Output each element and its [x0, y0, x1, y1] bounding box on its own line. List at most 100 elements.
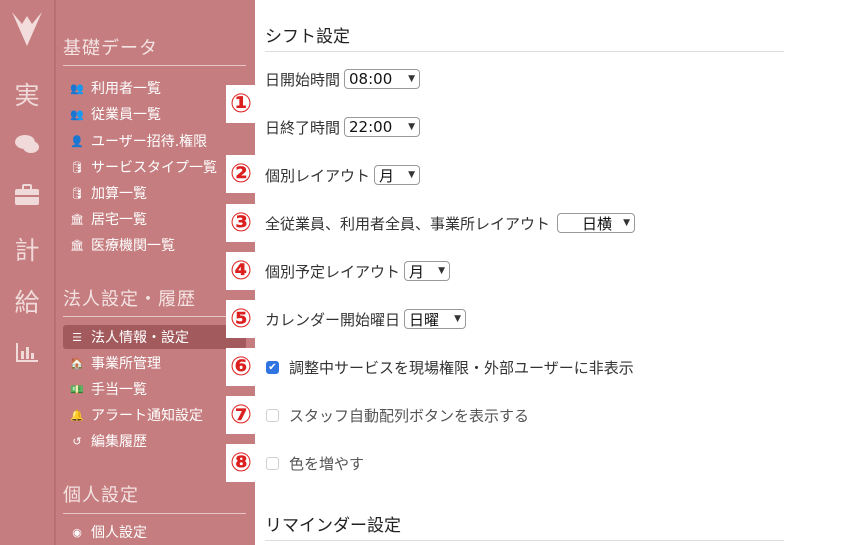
sidebar-item-user-invite[interactable]: 👤 ユーザー招待.権限	[63, 129, 246, 153]
history-icon: ↺	[72, 434, 82, 448]
hide-pending-row: ✔ 調整中サービスを現場権限・外部ユーザーに非表示	[265, 355, 634, 379]
sidebar-item-label: 編集履歴	[91, 434, 147, 450]
all-layout-label: 全従業員、利用者全員、事業所レイアウト	[265, 214, 551, 233]
callout-6: ⑥	[226, 348, 256, 386]
home-icon: 🏠	[70, 356, 84, 370]
individual-layout-select[interactable]: 月 ▼	[374, 165, 421, 185]
callout-1: ①	[226, 85, 256, 123]
section-title-basic-data: 基礎データ	[63, 38, 158, 59]
chevron-down-icon: ▼	[454, 314, 462, 324]
chevron-down-icon: ▼	[408, 74, 416, 84]
sidebar-item-service-types[interactable]: 🛢 サービスタイプ一覧	[63, 155, 246, 179]
user-plus-icon: 👤	[70, 134, 84, 148]
more-colors-row: 色を増やす	[265, 451, 364, 475]
callout-8: ⑧	[226, 444, 256, 482]
icon-rail: 実 計 給	[0, 0, 54, 545]
sidebar-item-corporate-info[interactable]: ☰ 法人情報・設定	[63, 325, 246, 349]
individual-layout-row: 個別レイアウト 月 ▼	[265, 163, 421, 187]
building-icon: 🏛	[70, 212, 84, 226]
divider	[63, 513, 246, 514]
callout-5: ⑤	[226, 300, 256, 338]
database-icon: 🛢	[70, 160, 84, 174]
day-end-row: 日終了時間 22:00 ▼	[265, 115, 421, 139]
sidebar-item-alert-settings[interactable]: 🔔 アラート通知設定	[63, 403, 246, 427]
sidebar-item-residences[interactable]: 🏛 居宅一覧	[63, 207, 246, 231]
callout-3: ③	[226, 204, 256, 242]
day-start-select[interactable]: 08:00 ▼	[344, 69, 421, 89]
sidebar-item-additions[interactable]: 🛢 加算一覧	[63, 181, 246, 205]
sidebar-item-label: サービスタイプ一覧	[91, 160, 217, 176]
individual-plan-layout-label: 個別予定レイアウト	[265, 262, 401, 281]
users-icon: 👥	[70, 107, 84, 121]
sidebar-item-label: 手当一覧	[91, 382, 147, 398]
sidebar-item-clients[interactable]: 👥 利用者一覧	[63, 76, 246, 100]
show-auto-assign-label: スタッフ自動配列ボタンを表示する	[289, 406, 530, 425]
select-value: 22:00	[349, 118, 393, 136]
user-circle-icon: ◉	[72, 525, 82, 539]
section-title-personal: 個人設定	[63, 485, 139, 506]
individual-layout-label: 個別レイアウト	[265, 166, 371, 185]
sidebar-item-personal-settings[interactable]: ◉ 個人設定	[63, 520, 246, 544]
divider	[63, 316, 246, 317]
sidebar-item-office-management[interactable]: 🏠 事業所管理	[63, 351, 246, 375]
building-icon: 🏛	[70, 238, 84, 252]
settings-panel: シフト設定 日開始時間 08:00 ▼ 日終了時間 22:00 ▼ 個別レイアウト …	[256, 0, 851, 545]
callout-2: ②	[226, 155, 256, 193]
select-value: 月	[379, 166, 395, 185]
briefcase-icon[interactable]	[0, 183, 54, 213]
day-end-select[interactable]: 22:00 ▼	[344, 117, 421, 137]
individual-plan-layout-select[interactable]: 月 ▼	[404, 261, 451, 281]
divider	[63, 65, 246, 66]
hide-pending-checkbox[interactable]: ✔	[266, 360, 279, 374]
sidebar-item-label: ユーザー招待.権限	[91, 134, 208, 150]
select-value: 月	[409, 262, 425, 281]
calendar-start-select[interactable]: 日曜 ▼	[404, 309, 467, 329]
day-end-label: 日終了時間	[265, 118, 341, 137]
sidebar-item-label: アラート通知設定	[91, 408, 203, 424]
callout-column: ① ② ③ ④ ⑤ ⑥ ⑦ ⑧	[226, 0, 256, 545]
select-value: 日曜	[409, 310, 440, 329]
sidebar-item-label: 加算一覧	[91, 186, 147, 202]
sidebar-item-label: 従業員一覧	[91, 107, 161, 123]
divider	[265, 51, 784, 52]
chevron-down-icon: ▼	[408, 170, 416, 180]
sidebar-item-employees[interactable]: 👥 従業員一覧	[63, 102, 246, 126]
more-colors-label: 色を増やす	[289, 454, 365, 473]
money-icon: 💵	[70, 382, 84, 396]
rail-plan-icon[interactable]: 計	[0, 236, 54, 266]
chevron-down-icon: ▼	[438, 266, 446, 276]
show-auto-assign-checkbox[interactable]	[266, 408, 279, 422]
bell-icon: 🔔	[70, 408, 84, 422]
section-title-corporate: 法人設定・履歴	[63, 289, 196, 310]
users-icon: 👥	[70, 81, 84, 95]
sidebar-item-edit-history[interactable]: ↺ 編集履歴	[63, 429, 246, 453]
divider	[265, 540, 784, 541]
calendar-start-label: カレンダー開始曜日	[265, 310, 401, 329]
all-layout-select[interactable]: 日横 ▼	[557, 213, 636, 233]
rail-actual-icon[interactable]: 実	[0, 81, 54, 111]
sidebar-item-label: 医療機関一覧	[91, 238, 175, 254]
logo-icon[interactable]	[10, 10, 44, 48]
day-start-label: 日開始時間	[265, 70, 341, 89]
show-auto-assign-row: スタッフ自動配列ボタンを表示する	[265, 403, 529, 427]
sidebar-item-label: 法人情報・設定	[91, 330, 189, 346]
chevron-down-icon: ▼	[623, 218, 631, 228]
sidebar-item-label: 個人設定	[91, 525, 147, 541]
all-layout-row: 全従業員、利用者全員、事業所レイアウト 日横 ▼	[265, 211, 636, 235]
sliders-icon: ☰	[72, 330, 82, 344]
bar-chart-icon[interactable]	[0, 340, 54, 370]
individual-plan-layout-row: 個別予定レイアウト 月 ▼	[265, 259, 451, 283]
chevron-down-icon: ▼	[408, 122, 416, 132]
callout-4: ④	[226, 252, 256, 290]
shift-settings-title: シフト設定	[265, 27, 350, 47]
chat-icon[interactable]	[0, 132, 54, 162]
calendar-start-row: カレンダー開始曜日 日曜 ▼	[265, 307, 467, 331]
reminder-settings-title: リマインダー設定	[265, 516, 401, 536]
sidebar-item-label: 利用者一覧	[91, 81, 161, 97]
sidebar-item-medical[interactable]: 🏛 医療機関一覧	[63, 233, 246, 257]
more-colors-checkbox[interactable]	[266, 456, 279, 470]
select-value: 日横	[582, 214, 613, 233]
sidebar-item-label: 事業所管理	[91, 356, 161, 372]
sidebar-item-allowances[interactable]: 💵 手当一覧	[63, 377, 246, 401]
rail-salary-icon[interactable]: 給	[0, 288, 54, 318]
